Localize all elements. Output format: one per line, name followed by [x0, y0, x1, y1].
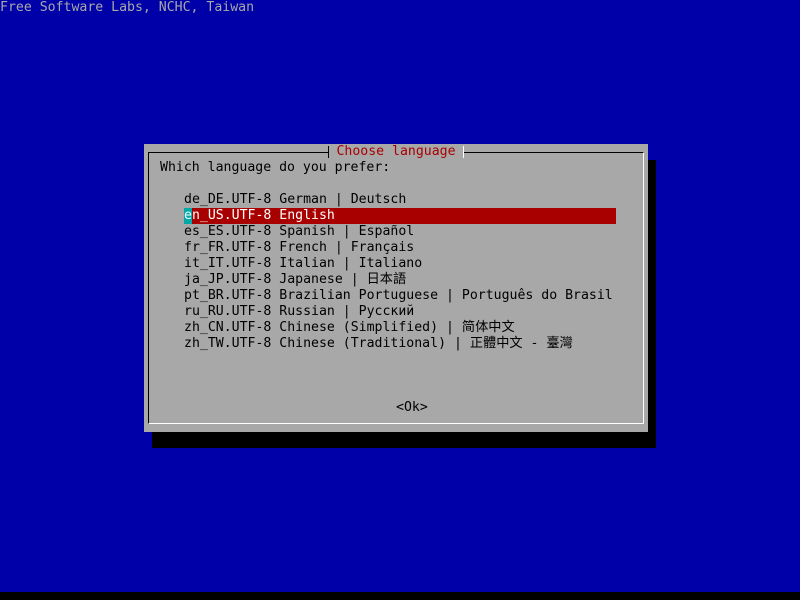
dialog-prompt: Which language do you prefer:	[160, 160, 391, 175]
language-option-label: zh_TW.UTF-8 Chinese (Traditional) | 正體中文…	[184, 336, 573, 351]
screen-bottom-strip	[0, 592, 800, 600]
language-option-label: en_US.UTF-8 English	[184, 208, 335, 223]
language-option-zh-cn[interactable]: zh_CN.UTF-8 Chinese (Simplified) | 简体中文	[184, 320, 616, 336]
language-option-ru[interactable]: ru_RU.UTF-8 Russian | Русский	[184, 304, 616, 320]
language-option-label: ja_JP.UTF-8 Japanese | 日本語	[184, 272, 407, 287]
language-option-label: ru_RU.UTF-8 Russian | Русский	[184, 304, 415, 319]
language-option-es[interactable]: es_ES.UTF-8 Spanish | Español	[184, 224, 616, 240]
language-option-en-selected[interactable]: en_US.UTF-8 English	[184, 208, 616, 224]
language-option-it[interactable]: it_IT.UTF-8 Italian | Italiano	[184, 256, 616, 272]
language-dialog: Choose language Which language do you pr…	[144, 144, 648, 432]
language-option-ja[interactable]: ja_JP.UTF-8 Japanese | 日本語	[184, 272, 616, 288]
language-option-label: de_DE.UTF-8 German | Deutsch	[184, 192, 407, 207]
language-option-label: es_ES.UTF-8 Spanish | Español	[184, 224, 415, 239]
language-option-label: it_IT.UTF-8 Italian | Italiano	[184, 256, 423, 271]
banner-text: Free Software Labs, NCHC, Taiwan	[0, 0, 255, 15]
language-option-label: pt_BR.UTF-8 Brazilian Portuguese | Portu…	[184, 288, 613, 303]
language-option-fr[interactable]: fr_FR.UTF-8 French | Français	[184, 240, 616, 256]
ok-button-row: <Ok>	[144, 384, 648, 432]
language-option-label: fr_FR.UTF-8 French | Français	[184, 240, 415, 255]
dialog-title-bar: Choose language	[144, 144, 648, 160]
dialog-title: Choose language	[328, 144, 464, 160]
language-option-label: zh_CN.UTF-8 Chinese (Simplified) | 简体中文	[184, 320, 515, 335]
language-option-pt[interactable]: pt_BR.UTF-8 Brazilian Portuguese | Portu…	[184, 288, 616, 304]
language-option-zh-tw[interactable]: zh_TW.UTF-8 Chinese (Traditional) | 正體中文…	[184, 336, 616, 352]
ok-button[interactable]: <Ok>	[396, 400, 428, 415]
language-option-de[interactable]: de_DE.UTF-8 German | Deutsch	[184, 192, 616, 208]
language-list[interactable]: de_DE.UTF-8 German | Deutsch en_US.UTF-8…	[184, 192, 616, 352]
